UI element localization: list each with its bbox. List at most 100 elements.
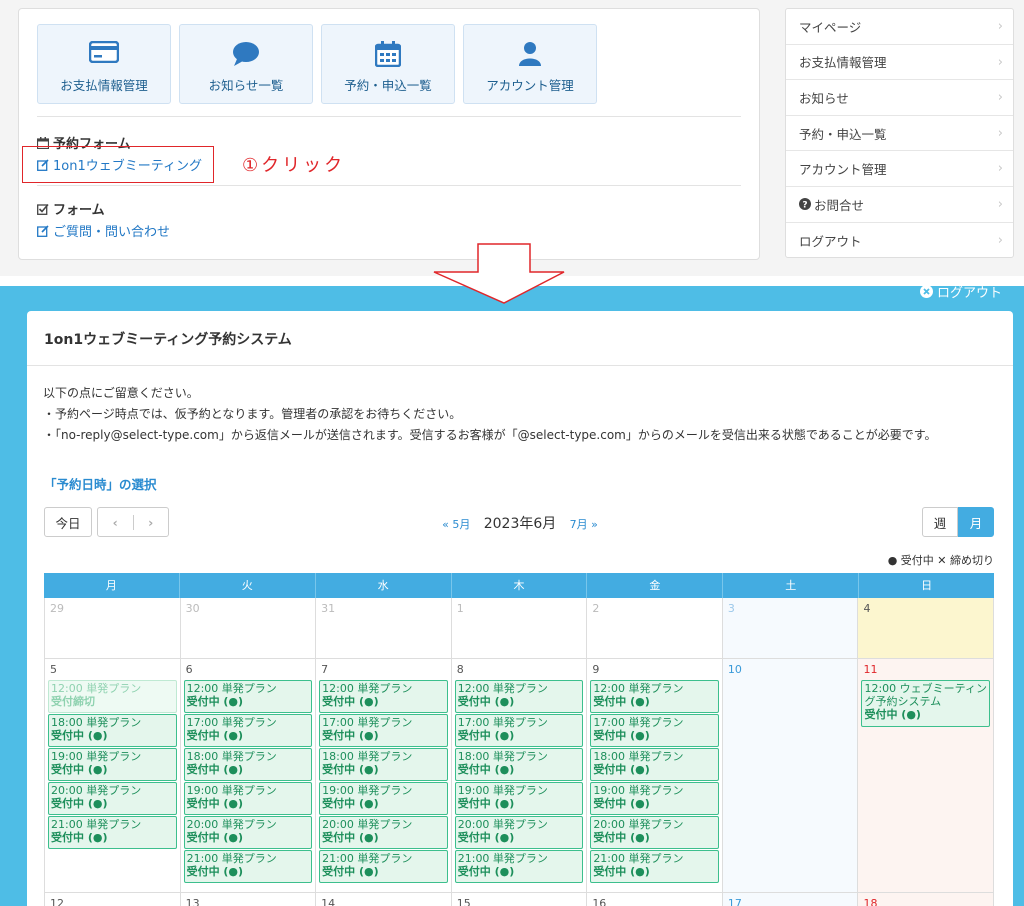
slot-status: 受付中 (●): [864, 708, 921, 721]
reservation-slot[interactable]: 19:00 単発プラン 受付中 (●): [48, 748, 177, 781]
slot-time: 21:00 単発プラン: [186, 852, 277, 865]
slot-time: 17:00 単発プラン: [593, 716, 684, 729]
reservation-slot[interactable]: 20:00 単発プラン 受付中 (●): [454, 816, 584, 849]
reservation-slot[interactable]: 17:00 単発プラン 受付中 (●): [319, 714, 448, 747]
day-number: 13: [185, 897, 200, 906]
logout-link[interactable]: ログアウト: [919, 282, 1002, 301]
reservation-slot[interactable]: 12:00 単発プラン 受付中 (●): [319, 680, 448, 713]
reservation-slot[interactable]: 18:00 単発プラン 受付中 (●): [183, 748, 313, 781]
week-row: 29 30 31 1 2 3 4: [44, 598, 995, 659]
tile-news[interactable]: お知らせ一覧: [179, 24, 313, 104]
view-month-button[interactable]: 月: [958, 507, 994, 537]
reservation-slot[interactable]: 12:00 ウェブミーティング予約システム 受付中 (●): [861, 680, 991, 727]
calendar-day[interactable]: 16: [587, 893, 723, 906]
week-row: 5 12:00 単発プラン 受付締切 18:00 単発プラン 受付中 (●) 19:00 …: [44, 659, 995, 893]
reservation-slot[interactable]: 19:00 単発プラン 受付中 (●): [319, 782, 448, 815]
slot-time: 12:00 単発プラン: [186, 682, 277, 695]
calendar-day[interactable]: 18: [858, 893, 995, 906]
side-item-logout[interactable]: ログアウト ›: [786, 223, 1013, 259]
calendar-day[interactable]: 5 12:00 単発プラン 受付締切 18:00 単発プラン 受付中 (●) 19:00 …: [45, 659, 181, 893]
calendar-day[interactable]: 13: [181, 893, 317, 906]
calendar-day[interactable]: 31: [316, 598, 452, 659]
tile-account[interactable]: アカウント管理: [463, 24, 597, 104]
reservation-slot[interactable]: 19:00 単発プラン 受付中 (●): [183, 782, 313, 815]
reservation-slot[interactable]: 18:00 単発プラン 受付中 (●): [48, 714, 177, 747]
side-item-mypage[interactable]: マイページ ›: [786, 9, 1013, 45]
calendar-day[interactable]: 6 12:00 単発プラン 受付中 (●) 17:00 単発プラン 受付中 (●) 18:…: [180, 659, 317, 893]
inquiry-form-link-text: ご質問・問い合わせ: [53, 225, 171, 240]
reservation-slot[interactable]: 20:00 単発プラン 受付中 (●): [48, 782, 177, 815]
calendar-day[interactable]: 14: [316, 893, 452, 906]
reservation-slot[interactable]: 12:00 単発プラン 受付締切: [48, 680, 177, 713]
status-legend: ● 受付中 ✕ 締め切り: [887, 554, 994, 567]
tile-payment[interactable]: お支払情報管理: [37, 24, 171, 104]
slot-status: 受付中 (●): [186, 763, 244, 776]
side-item-reservations[interactable]: 予約・申込一覧 ›: [786, 116, 1013, 152]
calendar-day[interactable]: 7 12:00 単発プラン 受付中 (●) 17:00 単発プラン 受付中 (●) 18:…: [316, 659, 452, 893]
slot-time: 20:00 単発プラン: [322, 818, 413, 831]
side-item-contact[interactable]: ? お問合せ ›: [786, 187, 1013, 223]
reservation-slot[interactable]: 12:00 単発プラン 受付中 (●): [590, 680, 719, 713]
calendar-day[interactable]: 2: [587, 598, 723, 659]
calendar-day[interactable]: 29: [45, 598, 181, 659]
calendar-day[interactable]: 11 12:00 ウェブミーティング予約システム 受付中 (●): [858, 659, 995, 893]
tile-account-label: アカウント管理: [486, 78, 574, 93]
prev-month-link[interactable]: « 5月: [442, 518, 470, 531]
day-number: 16: [592, 897, 607, 906]
calendar-day[interactable]: 4: [858, 598, 995, 659]
side-menu: マイページ › お支払情報管理 › お知らせ › 予約・申込一覧 › アカウント管理 › …: [785, 8, 1014, 258]
reservation-slot[interactable]: 18:00 単発プラン 受付中 (●): [319, 748, 448, 781]
reservation-slot[interactable]: 19:00 単発プラン 受付中 (●): [454, 782, 584, 815]
side-item-payment[interactable]: お支払情報管理 ›: [786, 45, 1013, 81]
slot-status: 受付中 (●): [322, 865, 379, 878]
tile-reservations[interactable]: 予約・申込一覧: [321, 24, 455, 104]
slot-time: 19:00 単発プラン: [51, 750, 142, 763]
side-item-account[interactable]: アカウント管理 ›: [786, 151, 1013, 187]
highlight-box: [22, 146, 214, 183]
slot-status: 受付中 (●): [457, 763, 515, 776]
reservation-slot[interactable]: 17:00 単発プラン 受付中 (●): [590, 714, 719, 747]
slot-time: 17:00 単発プラン: [457, 716, 548, 729]
calendar-day[interactable]: 10: [722, 659, 859, 893]
slot-status: 受付中 (●): [322, 797, 379, 810]
reservation-slot[interactable]: 17:00 単発プラン 受付中 (●): [454, 714, 584, 747]
next-month-link[interactable]: 7月 »: [570, 518, 598, 531]
slot-status: 受付中 (●): [457, 695, 515, 708]
side-item-news[interactable]: お知らせ ›: [786, 80, 1013, 116]
slot-time: 18:00 単発プラン: [322, 750, 413, 763]
slot-status: 受付中 (●): [593, 865, 650, 878]
reservation-slot[interactable]: 20:00 単発プラン 受付中 (●): [590, 816, 719, 849]
slot-time: 21:00 単発プラン: [593, 852, 684, 865]
calendar-day[interactable]: 9 12:00 単発プラン 受付中 (●) 17:00 単発プラン 受付中 (●) 18:…: [587, 659, 723, 893]
weekday-header: 火: [180, 573, 316, 598]
day-number: 10: [727, 663, 742, 676]
calendar-icon: [322, 41, 454, 67]
view-week-button[interactable]: 週: [922, 507, 958, 537]
calendar-day[interactable]: 15: [452, 893, 588, 906]
reservation-slot[interactable]: 21:00 単発プラン 受付中 (●): [454, 850, 584, 883]
reservation-slot[interactable]: 17:00 単発プラン 受付中 (●): [183, 714, 313, 747]
calendar-day[interactable]: 30: [180, 598, 317, 659]
reservation-slot[interactable]: 21:00 単発プラン 受付中 (●): [590, 850, 719, 883]
reservation-slot[interactable]: 21:00 単発プラン 受付中 (●): [48, 816, 177, 849]
calendar-day[interactable]: 1: [451, 598, 588, 659]
reservation-slot[interactable]: 21:00 単発プラン 受付中 (●): [319, 850, 448, 883]
calendar: 月 火 水 木 金 土 日 29 30 31 1 2 3 4 5 12:00 単発プラン 受付締切…: [44, 573, 995, 906]
reservation-slot[interactable]: 19:00 単発プラン 受付中 (●): [590, 782, 719, 815]
reservation-slot[interactable]: 20:00 単発プラン 受付中 (●): [183, 816, 313, 849]
calendar-day[interactable]: 8 12:00 単発プラン 受付中 (●) 17:00 単発プラン 受付中 (●) 18:…: [451, 659, 588, 893]
calendar-day[interactable]: 3: [722, 598, 859, 659]
divider: [27, 365, 1013, 366]
inquiry-form-link[interactable]: ご質問・問い合わせ: [37, 221, 170, 240]
reservation-slot[interactable]: 12:00 単発プラン 受付中 (●): [183, 680, 313, 713]
calendar-day[interactable]: 17: [722, 893, 859, 906]
reservation-slot[interactable]: 12:00 単発プラン 受付中 (●): [454, 680, 584, 713]
weekday-header: 金: [587, 573, 724, 598]
reservation-slot[interactable]: 18:00 単発プラン 受付中 (●): [454, 748, 584, 781]
reservation-slot[interactable]: 20:00 単発プラン 受付中 (●): [319, 816, 448, 849]
calendar-day[interactable]: 12: [45, 893, 181, 906]
day-number: 8: [456, 663, 464, 676]
reservation-slot[interactable]: 18:00 単発プラン 受付中 (●): [590, 748, 719, 781]
reservation-slot[interactable]: 21:00 単発プラン 受付中 (●): [183, 850, 313, 883]
slot-status: 受付中 (●): [322, 763, 379, 776]
